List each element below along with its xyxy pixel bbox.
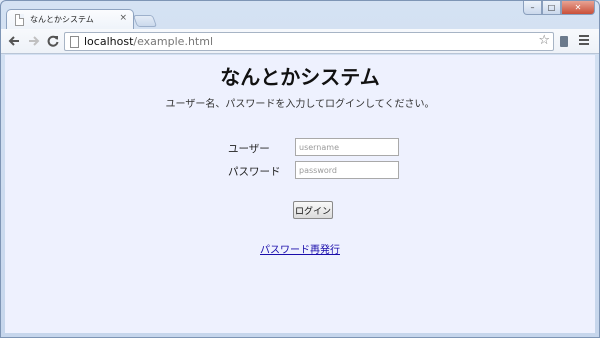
reload-button[interactable] bbox=[45, 33, 61, 49]
forward-button[interactable] bbox=[26, 33, 42, 49]
arrow-left-icon bbox=[8, 36, 19, 46]
login-button[interactable]: ログイン bbox=[293, 201, 333, 219]
url-text[interactable]: localhost/example.html bbox=[84, 35, 213, 48]
back-button[interactable] bbox=[6, 33, 22, 49]
tab-strip: なんとかシステム × – □ ✕ bbox=[1, 1, 599, 30]
page-subtitle: ユーザー名、パスワードを入力してログインしてください。 bbox=[165, 99, 435, 110]
password-input[interactable] bbox=[295, 161, 399, 179]
close-window-button[interactable]: ✕ bbox=[561, 1, 595, 15]
hamburger-icon[interactable] bbox=[579, 35, 589, 47]
page-icon bbox=[15, 14, 24, 26]
new-tab-button[interactable] bbox=[132, 15, 158, 27]
browser-tab[interactable]: なんとかシステム × bbox=[6, 9, 134, 30]
tab-title: なんとかシステム bbox=[30, 15, 94, 24]
reload-icon bbox=[47, 35, 59, 47]
page-title: なんとかシステム bbox=[220, 65, 380, 89]
minimize-button[interactable]: – bbox=[523, 1, 542, 15]
address-bar[interactable]: localhost/example.html ☆ bbox=[64, 32, 554, 51]
window-controls: – □ ✕ bbox=[523, 1, 595, 17]
arrow-right-icon bbox=[29, 36, 40, 46]
star-icon[interactable]: ☆ bbox=[538, 33, 550, 48]
browser-toolbar: localhost/example.html ☆ bbox=[1, 29, 599, 54]
password-reset-link[interactable]: パスワード再発行 bbox=[5, 241, 595, 256]
username-input[interactable] bbox=[295, 138, 399, 156]
username-label: ユーザー bbox=[228, 143, 270, 155]
maximize-button[interactable]: □ bbox=[542, 1, 561, 15]
extension-icon[interactable] bbox=[560, 36, 568, 47]
page-icon bbox=[70, 36, 79, 48]
password-label: パスワード bbox=[228, 166, 281, 178]
browser-window: なんとかシステム × – □ ✕ localhost/example.html … bbox=[0, 0, 600, 338]
page-content: なんとかシステム ユーザー名、パスワードを入力してログインしてください。 ユーザ… bbox=[5, 55, 595, 333]
tab-close-icon[interactable]: × bbox=[119, 13, 127, 23]
